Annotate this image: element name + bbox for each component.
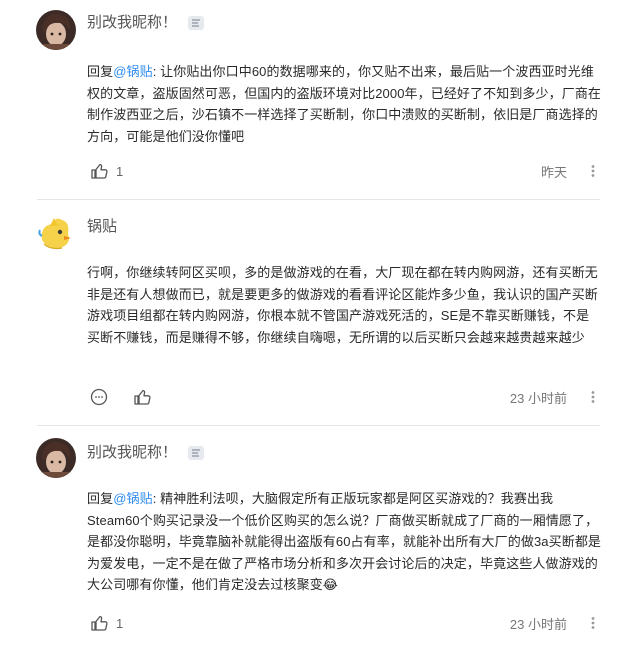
like-button[interactable] (132, 387, 152, 407)
username[interactable]: 锅贴 (87, 217, 117, 237)
username[interactable]: 别改我昵称！ (87, 443, 177, 463)
comment-actions: 1 23 小时前 (87, 613, 617, 637)
comment-button[interactable] (89, 387, 109, 407)
comment-actions: 1 昨天 (87, 161, 617, 185)
mention-link[interactable]: @锅贴 (113, 491, 153, 506)
comment-item: 锅贴 行啊，你继续转阿区买呗，多的是做游戏的在看，大厂现在都在转内购网游，还有买… (0, 200, 617, 425)
avatar[interactable] (36, 438, 76, 478)
reply-prefix: 回复 (87, 491, 114, 506)
like-count: 1 (116, 164, 124, 179)
comment-actions: 23 小时前 (87, 387, 617, 411)
comment-body: : 精神胜利法呗，大脑假定所有正版玩家都是阿区买游戏的？我赛出我Steam60个… (87, 491, 602, 592)
timestamp: 23 小时前 (509, 391, 567, 406)
more-dots-icon[interactable] (583, 616, 603, 635)
more-dots-icon[interactable] (583, 164, 603, 183)
comment-item: 别改我昵称！ 回复@锅贴: 让你贴出你口中60的数据哪来的，你又贴不出来，最后贴… (0, 0, 617, 200)
comment-text: 行啊，你继续转阿区买呗，多的是做游戏的在看，大厂现在都在转内购网游，还有买断无非… (87, 262, 602, 348)
thumbs-up-icon (91, 163, 108, 179)
comment-text: 回复@锅贴: 让你贴出你口中60的数据哪来的，你又贴不出来，最后贴一个波西亚时光… (87, 61, 602, 147)
thumbs-up-icon (134, 389, 151, 405)
comment-item: 别改我昵称！ 回复@锅贴: 精神胜利法呗，大脑假定所有正版玩家都是阿区买游戏的？… (0, 426, 617, 646)
level-badge-icon (188, 446, 204, 460)
timestamp: 昨天 (540, 165, 567, 180)
comment-body: : 让你贴出你口中60的数据哪来的，你又贴不出来，最后贴一个波西亚时光维权的文章… (87, 64, 602, 144)
like-button[interactable] (89, 161, 109, 181)
reply-prefix: 回复 (87, 64, 114, 79)
like-button[interactable] (89, 613, 109, 633)
comment-text: 回复@锅贴: 精神胜利法呗，大脑假定所有正版玩家都是阿区买游戏的？我赛出我Ste… (87, 488, 602, 596)
avatar[interactable] (36, 10, 76, 50)
more-dots-icon[interactable] (583, 390, 603, 409)
mention-link[interactable]: @锅贴 (113, 64, 153, 79)
comment-body: 行啊，你继续转阿区买呗，多的是做游戏的在看，大厂现在都在转内购网游，还有买断无非… (87, 265, 598, 345)
thumbs-up-icon (91, 615, 108, 631)
like-count: 1 (116, 616, 124, 631)
avatar[interactable] (36, 214, 76, 254)
comment-bubble-icon (90, 388, 108, 406)
username[interactable]: 别改我昵称！ (87, 13, 177, 33)
level-badge-icon (188, 16, 204, 30)
timestamp: 23 小时前 (509, 617, 567, 632)
